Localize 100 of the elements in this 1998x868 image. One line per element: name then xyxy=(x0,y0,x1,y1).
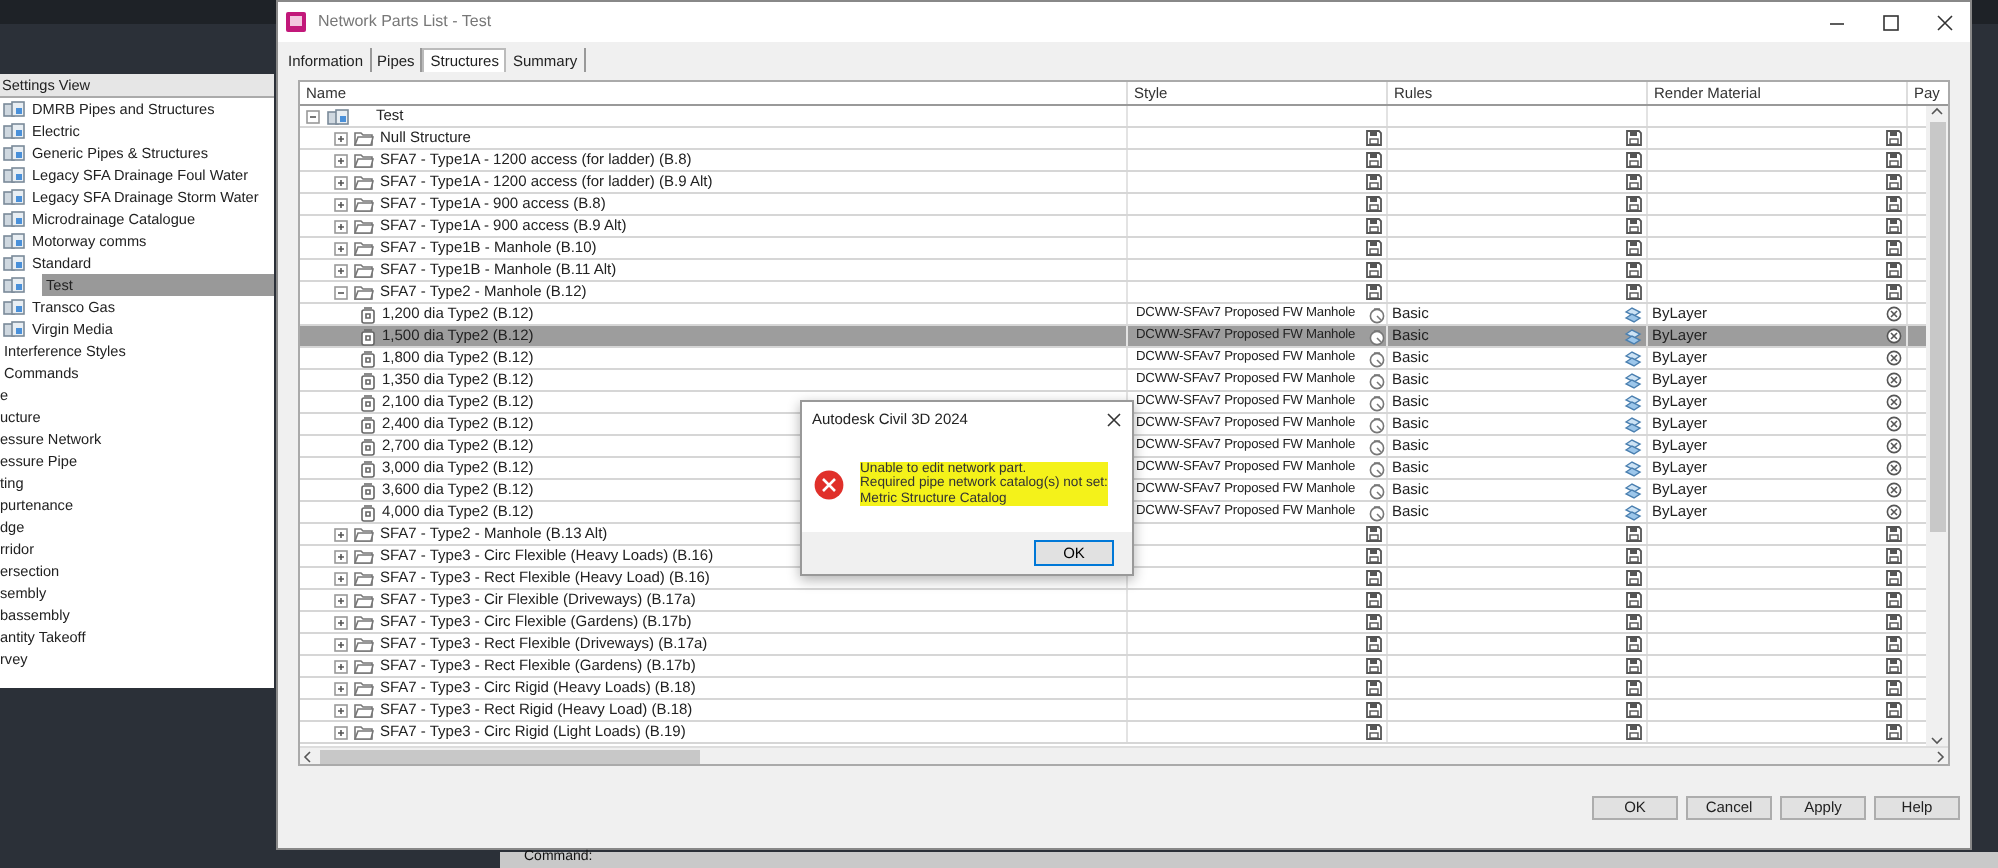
collapse-icon[interactable] xyxy=(334,285,348,299)
save-icon xyxy=(1626,570,1642,586)
save-icon xyxy=(1626,526,1642,542)
save-icon xyxy=(1366,196,1382,212)
save-icon xyxy=(1366,570,1382,586)
style-icon xyxy=(1367,349,1386,367)
folder-icon xyxy=(354,592,374,608)
pay-item-icon xyxy=(1886,504,1902,520)
folder-icon xyxy=(354,614,374,630)
scroll-down-icon[interactable] xyxy=(1930,734,1944,746)
app-icon xyxy=(286,12,306,32)
folder-icon xyxy=(354,570,374,586)
folder-icon xyxy=(354,130,374,146)
pay-item-icon xyxy=(1886,460,1902,476)
expand-icon[interactable] xyxy=(334,593,348,607)
expand-icon[interactable] xyxy=(334,703,348,717)
save-icon xyxy=(1626,702,1642,718)
expand-icon[interactable] xyxy=(334,527,348,541)
expand-icon[interactable] xyxy=(334,659,348,673)
folder-icon xyxy=(354,658,374,674)
save-icon xyxy=(1626,680,1642,696)
parts-list-icon xyxy=(2,254,26,272)
save-icon xyxy=(1626,262,1642,278)
error-icon xyxy=(814,469,844,499)
save-icon xyxy=(1886,262,1902,278)
folder-icon xyxy=(354,548,374,564)
save-icon xyxy=(1886,592,1902,608)
expand-icon[interactable] xyxy=(334,131,348,145)
style-icon xyxy=(1367,459,1386,477)
save-icon xyxy=(1626,724,1642,740)
expand-icon[interactable] xyxy=(334,571,348,585)
expand-icon[interactable] xyxy=(334,549,348,563)
style-icon xyxy=(1367,305,1386,323)
structure-icon xyxy=(360,349,376,367)
expand-icon[interactable] xyxy=(334,241,348,255)
structure-icon xyxy=(360,305,376,323)
close-icon[interactable] xyxy=(1106,411,1122,427)
structure-icon xyxy=(360,503,376,521)
structure-icon xyxy=(360,481,376,499)
parts-list-icon xyxy=(2,122,26,140)
vertical-scrollbar[interactable] xyxy=(1926,106,1948,746)
save-icon xyxy=(1366,240,1382,256)
save-icon xyxy=(1886,152,1902,168)
save-icon xyxy=(1366,526,1382,542)
rules-icon xyxy=(1624,503,1642,521)
parts-list-icon xyxy=(2,188,26,206)
save-icon xyxy=(1886,174,1902,190)
folder-icon xyxy=(354,702,374,718)
scroll-right-icon[interactable] xyxy=(1932,749,1948,763)
folder-icon xyxy=(354,636,374,652)
style-icon xyxy=(1367,393,1386,411)
expand-icon[interactable] xyxy=(334,615,348,629)
expand-icon[interactable] xyxy=(334,153,348,167)
save-icon xyxy=(1626,152,1642,168)
expand-icon[interactable] xyxy=(334,219,348,233)
folder-icon xyxy=(354,240,374,256)
save-icon xyxy=(1886,218,1902,234)
parts-list-icon xyxy=(2,166,26,184)
folder-icon xyxy=(354,724,374,740)
collapse-icon[interactable] xyxy=(306,109,320,123)
save-icon xyxy=(1366,262,1382,278)
save-icon xyxy=(1366,284,1382,300)
rules-icon xyxy=(1624,481,1642,499)
save-icon xyxy=(1626,284,1642,300)
save-icon xyxy=(1366,218,1382,234)
save-icon xyxy=(1626,174,1642,190)
save-icon xyxy=(1366,548,1382,564)
pay-item-icon xyxy=(1886,482,1902,498)
save-icon xyxy=(1886,636,1902,652)
structure-icon xyxy=(360,393,376,411)
horizontal-scrollbar[interactable] xyxy=(300,746,1948,764)
parts-list-icon xyxy=(2,232,26,250)
expand-icon[interactable] xyxy=(334,681,348,695)
style-icon xyxy=(1367,503,1386,521)
pay-item-icon xyxy=(1886,306,1902,322)
save-icon xyxy=(1886,680,1902,696)
save-icon xyxy=(1886,240,1902,256)
expand-icon[interactable] xyxy=(334,725,348,739)
structure-icon xyxy=(360,327,376,345)
folder-icon xyxy=(354,218,374,234)
save-icon xyxy=(1626,636,1642,652)
pay-item-icon xyxy=(1886,416,1902,432)
scroll-left-icon[interactable] xyxy=(300,749,316,763)
expand-icon[interactable] xyxy=(334,175,348,189)
rules-icon xyxy=(1624,327,1642,345)
pay-item-icon xyxy=(1886,372,1902,388)
expand-icon[interactable] xyxy=(334,197,348,211)
save-icon xyxy=(1886,284,1902,300)
folder-icon xyxy=(354,526,374,542)
folder-icon xyxy=(354,284,374,300)
scroll-up-icon[interactable] xyxy=(1930,106,1944,118)
expand-icon[interactable] xyxy=(334,263,348,277)
expand-icon[interactable] xyxy=(334,637,348,651)
structure-icon xyxy=(360,459,376,477)
maximize-icon[interactable] xyxy=(1882,13,1900,31)
rules-icon xyxy=(1624,371,1642,389)
save-icon xyxy=(1366,152,1382,168)
save-icon xyxy=(1366,592,1382,608)
close-icon[interactable] xyxy=(1936,13,1954,31)
parts-list-icon xyxy=(2,298,26,316)
